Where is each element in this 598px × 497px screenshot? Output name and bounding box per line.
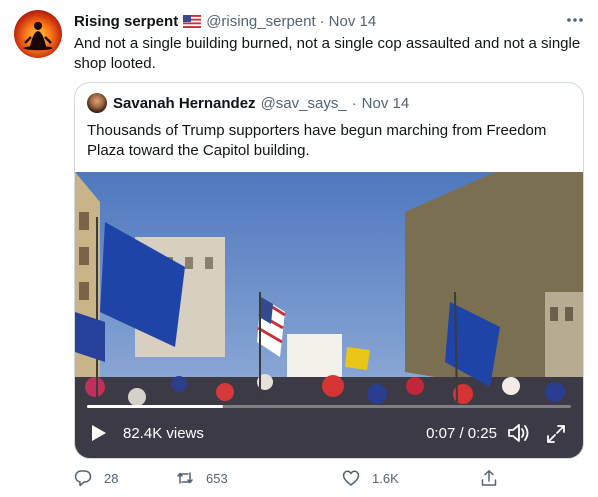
video-progress-fill <box>87 405 223 408</box>
video-views: 82.4K views <box>123 425 204 442</box>
retweet-count: 653 <box>206 470 228 486</box>
us-flag-icon <box>183 14 202 28</box>
tweet-text: And not a single building burned, not a … <box>74 35 581 72</box>
timestamp[interactable]: Nov 14 <box>329 13 377 30</box>
play-icon[interactable] <box>91 424 107 442</box>
quoted-separator-dot: · <box>351 94 357 112</box>
reply-icon <box>74 470 92 487</box>
video-time: 0:07 / 0:25 <box>426 425 497 442</box>
reply-count: 28 <box>104 470 119 486</box>
retweet-button[interactable]: 653 <box>176 466 228 490</box>
share-button[interactable] <box>480 466 498 490</box>
like-button[interactable]: 1.6K <box>342 466 399 490</box>
video-controls: 82.4K views 0:07 / 0:25 <box>75 412 583 452</box>
quoted-tweet[interactable]: Savanah Hernandez @sav_says_ · Nov 14 Th… <box>74 82 584 459</box>
quoted-handle: @sav_says_ <box>260 94 347 112</box>
avatar[interactable] <box>14 10 62 58</box>
separator-dot: · <box>319 12 325 30</box>
video-player[interactable]: 82.4K views 0:07 / 0:25 <box>75 172 583 458</box>
fullscreen-icon[interactable] <box>545 423 567 445</box>
more-options-icon[interactable] <box>564 13 586 27</box>
tweet-header: Rising serpent @rising_serpent · Nov 14 <box>74 11 376 31</box>
handle[interactable]: @rising_serpent <box>206 13 315 30</box>
reply-button[interactable]: 28 <box>74 466 118 490</box>
heart-icon <box>342 470 360 486</box>
share-icon <box>481 470 497 486</box>
video-progress-bar[interactable] <box>87 405 571 408</box>
retweet-icon <box>177 472 193 484</box>
quoted-tweet-header: Savanah Hernandez @sav_says_ · Nov 14 <box>87 93 409 113</box>
quoted-display-name: Savanah Hernandez <box>113 94 256 112</box>
display-name[interactable]: Rising serpent <box>74 13 178 30</box>
tweet-actions: 28 653 1.6K <box>74 466 524 490</box>
volume-icon[interactable] <box>507 422 531 444</box>
quoted-timestamp: Nov 14 <box>361 94 410 112</box>
quoted-tweet-text: Thousands of Trump supporters have begun… <box>87 122 547 159</box>
tweet[interactable]: Rising serpent @rising_serpent · Nov 14 … <box>0 0 598 497</box>
meditating-figure-icon <box>23 22 53 51</box>
quoted-avatar <box>87 93 107 113</box>
like-count: 1.6K <box>372 470 399 486</box>
